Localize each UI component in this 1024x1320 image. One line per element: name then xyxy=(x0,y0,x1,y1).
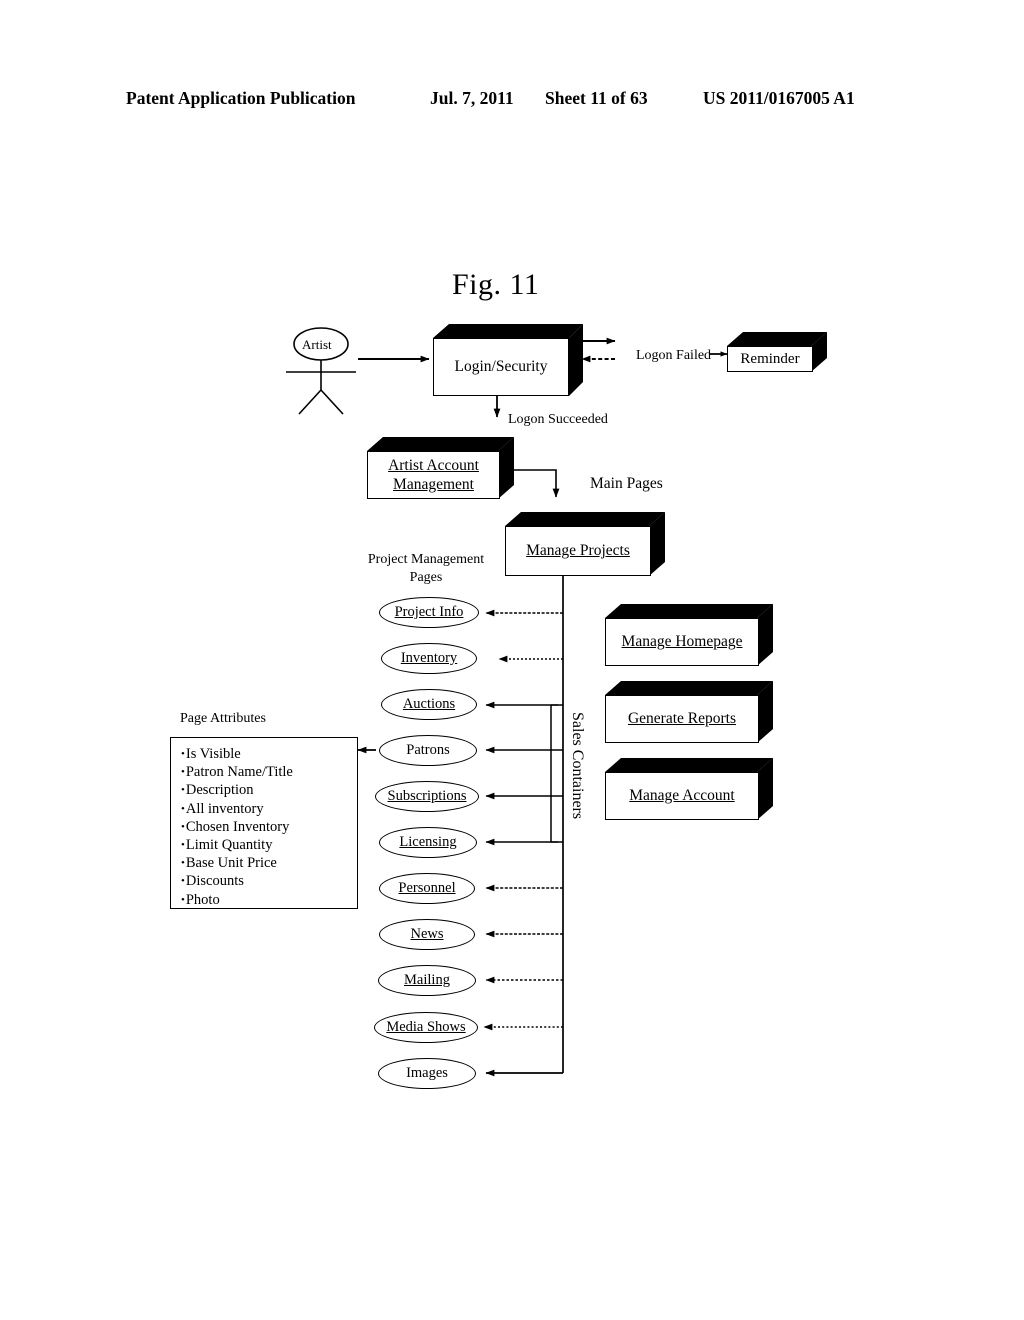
node-label: Inventory xyxy=(400,650,458,666)
patent-figure-page: Patent Application Publication Jul. 7, 2… xyxy=(0,0,1024,1320)
node-manage-homepage[interactable]: Manage Homepage xyxy=(605,604,773,666)
node-label: Patrons xyxy=(406,742,450,758)
box-face: Manage Projects xyxy=(505,526,651,576)
label-logon-succeeded: Logon Succeeded xyxy=(508,412,608,427)
list-item: Description xyxy=(181,781,357,799)
node-project-info[interactable]: Project Info xyxy=(379,597,479,628)
node-label: Auctions xyxy=(402,696,456,712)
edge-account-to-projects xyxy=(514,469,560,498)
label-logon-failed: Logon Failed xyxy=(636,348,712,363)
node-licensing[interactable]: Licensing xyxy=(379,827,477,858)
node-manage-projects[interactable]: Manage Projects xyxy=(505,512,665,576)
page-attributes-panel: Is Visible Patron Name/Title Description… xyxy=(170,737,358,909)
node-label: Media Shows xyxy=(386,1019,466,1035)
list-item: Base Unit Price xyxy=(181,854,357,872)
page-attributes-list: Is Visible Patron Name/Title Description… xyxy=(181,745,357,909)
node-label: Subscriptions xyxy=(387,788,467,804)
list-item: Patron Name/Title xyxy=(181,763,357,781)
label-sales-containers: Sales Containers xyxy=(569,712,586,820)
label-line1: Project Management xyxy=(367,552,485,567)
box-face: Reminder xyxy=(727,346,813,372)
node-label: Personnel xyxy=(398,880,456,896)
list-item: Chosen Inventory xyxy=(181,818,357,836)
diagram-connectors xyxy=(286,327,728,1077)
node-manage-account[interactable]: Manage Account xyxy=(605,758,773,820)
node-patrons[interactable]: Patrons xyxy=(379,735,477,766)
node-label: Login/Security xyxy=(454,358,548,376)
node-label-line2: Management xyxy=(393,476,474,493)
actor-label-artist: Artist xyxy=(302,337,332,352)
node-images[interactable]: Images xyxy=(378,1058,476,1089)
label-page-attributes: Page Attributes xyxy=(180,711,266,726)
node-artist-account-management[interactable]: Artist Account Management xyxy=(367,437,514,499)
node-login-security[interactable]: Login/Security xyxy=(433,324,583,396)
node-label: Images xyxy=(406,1065,448,1081)
list-item: Photo xyxy=(181,891,357,909)
node-auctions[interactable]: Auctions xyxy=(381,689,477,720)
list-item: Is Visible xyxy=(181,745,357,763)
node-label: Artist Account Management xyxy=(388,456,479,495)
box-face: Manage Homepage xyxy=(605,618,759,666)
node-inventory[interactable]: Inventory xyxy=(381,643,477,674)
node-label-line1: Artist Account xyxy=(388,456,479,474)
box-face: Generate Reports xyxy=(605,695,759,743)
node-generate-reports[interactable]: Generate Reports xyxy=(605,681,773,743)
node-label: Manage Homepage xyxy=(621,633,743,651)
list-item: All inventory xyxy=(181,800,357,818)
list-item: Discounts xyxy=(181,872,357,890)
node-label: Manage Account xyxy=(629,787,735,805)
box-face: Manage Account xyxy=(605,772,759,820)
label-line2: Pages xyxy=(409,569,443,585)
node-label: Licensing xyxy=(399,834,457,850)
box-face: Login/Security xyxy=(433,338,569,396)
node-reminder[interactable]: Reminder xyxy=(727,332,827,372)
node-media-shows[interactable]: Media Shows xyxy=(374,1012,478,1043)
node-personnel[interactable]: Personnel xyxy=(379,873,475,904)
node-news[interactable]: News xyxy=(379,919,475,950)
label-project-management-pages: Project Management Pages xyxy=(358,551,494,586)
box-face: Artist Account Management xyxy=(367,451,500,499)
list-item: Limit Quantity xyxy=(181,836,357,854)
node-label: Mailing xyxy=(404,972,450,988)
node-subscriptions[interactable]: Subscriptions xyxy=(375,781,479,812)
node-label: Project Info xyxy=(394,604,464,620)
node-label: Generate Reports xyxy=(627,710,737,728)
node-label: News xyxy=(410,926,444,942)
node-label: Reminder xyxy=(740,350,800,367)
node-label: Manage Projects xyxy=(526,542,630,560)
label-main-pages: Main Pages xyxy=(590,475,663,492)
node-mailing[interactable]: Mailing xyxy=(378,965,476,996)
